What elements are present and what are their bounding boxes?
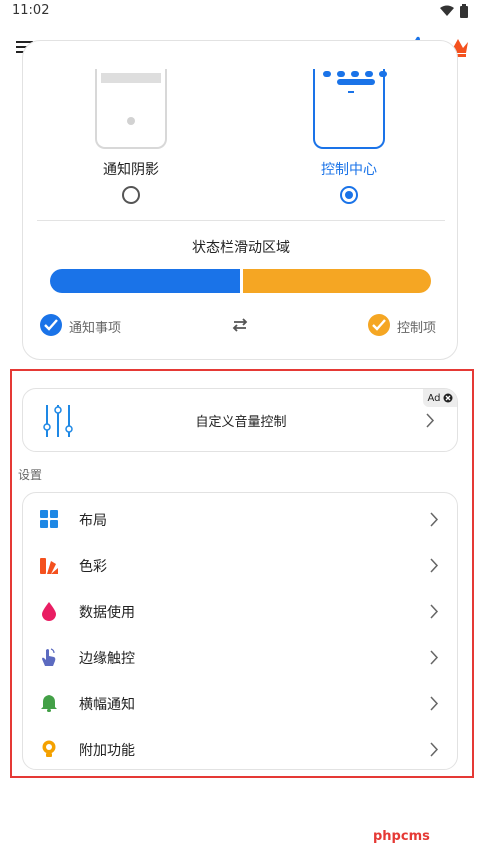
radio-notification-shade[interactable] [122,186,140,204]
settings-item-label: 边缘触控 [79,651,135,667]
data-drop-icon [42,602,56,621]
preview-pill [337,79,375,85]
settings-item-label: 布局 [79,513,107,529]
notifications-check-icon[interactable] [40,314,62,336]
swipe-area-title: 状态栏滑动区域 [192,240,290,256]
close-icon[interactable] [443,393,453,403]
radio-control-center[interactable] [340,186,358,204]
mode-option-control-center-label: 控制中心 [321,162,377,178]
notifications-label: 通知事项 [69,321,122,336]
settings-item-label: 数据使用 [79,605,135,621]
ad-badge[interactable]: Ad [423,389,457,407]
divider [37,220,445,221]
status-icons [440,4,468,18]
settings-list: 布局 色彩 数据使用 边缘触控 横幅通知 附加功能 [22,492,458,770]
layout-grid-icon [40,510,58,528]
swipe-area-slider[interactable] [50,269,431,293]
palette-icon [40,558,58,574]
settings-item-color[interactable]: 色彩 [23,541,459,587]
ad-title: 自定义音量控制 [195,415,287,430]
status-bar: 11:02 [0,0,480,24]
mode-option-notification-shade-label: 通知阴影 [103,162,159,178]
settings-item-banner-notification[interactable]: 横幅通知 [23,679,459,725]
settings-item-extras[interactable]: 附加功能 [23,725,459,771]
ad-badge-label: Ad [427,392,441,404]
chevron-right-icon [430,696,439,711]
preview-bar [101,73,161,83]
bell-icon [41,695,57,712]
chevron-right-icon [430,650,439,665]
slider-divider-handle[interactable] [240,269,243,293]
settings-item-layout[interactable]: 布局 [23,495,459,541]
ad-volume-control-card[interactable]: 自定义音量控制 Ad [22,388,458,452]
settings-item-label: 色彩 [79,559,107,575]
settings-item-edge-touch[interactable]: 边缘触控 [23,633,459,679]
swap-icon[interactable] [230,317,250,333]
preview-tick [348,91,354,93]
notification-shade-preview[interactable] [95,69,167,149]
watermark: phpcms [373,829,430,844]
chevron-right-icon [430,512,439,527]
settings-section-title: 设置 [18,468,43,482]
mode-selector-card: 通知阴影 控制中心 状态栏滑动区域 通知事项 控制项 [22,40,458,360]
settings-item-data-usage[interactable]: 数据使用 [23,587,459,633]
slider-left-segment [50,269,240,293]
preview-toggles [323,71,387,77]
settings-item-label: 附加功能 [79,743,135,759]
status-time: 11:02 [12,3,50,18]
control-center-preview[interactable] [313,69,387,149]
chevron-right-icon [430,558,439,573]
chevron-right-icon [426,413,435,428]
controls-check-icon[interactable] [368,314,390,336]
chevron-right-icon [430,742,439,757]
settings-item-label: 横幅通知 [79,697,135,713]
edge-touch-icon [42,648,56,666]
bulb-icon [42,740,56,757]
battery-icon [460,4,468,18]
wifi-icon [440,5,454,16]
slider-right-segment [243,269,431,293]
chevron-right-icon [430,604,439,619]
controls-label: 控制项 [397,321,437,336]
preview-dot [127,117,135,125]
